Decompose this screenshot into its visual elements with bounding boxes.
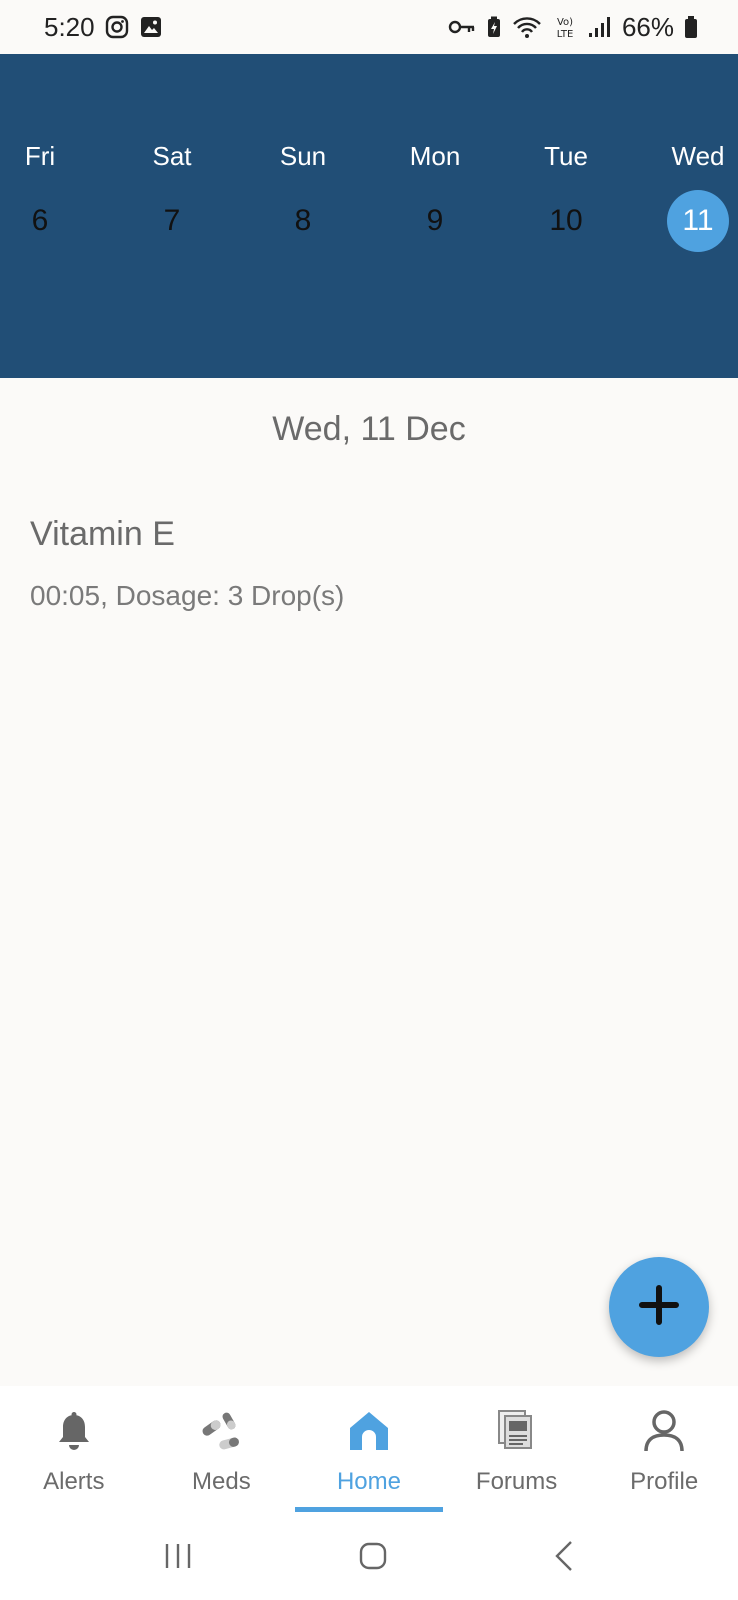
day-sat[interactable]: Sat 7 [117, 140, 227, 252]
active-tab-indicator [295, 1507, 444, 1512]
nav-profile[interactable]: Profile [590, 1386, 738, 1516]
day-fri[interactable]: Fri 6 [0, 140, 95, 252]
pills-icon [199, 1406, 243, 1456]
day-name: Sat [152, 141, 192, 171]
battery-saver-icon [486, 16, 502, 38]
wifi-icon [512, 15, 542, 39]
status-bar: 5:20 Vo) LTE 66% [0, 0, 738, 54]
day-sun[interactable]: Sun 8 [248, 140, 358, 252]
day-number: 10 [549, 204, 583, 237]
nav-label: Meds [192, 1468, 251, 1495]
volte-icon: Vo) LTE [552, 14, 578, 40]
gallery-icon [139, 15, 163, 39]
nav-home[interactable]: Home [295, 1386, 444, 1516]
day-mon[interactable]: Mon 9 [380, 140, 490, 252]
nav-label: Alerts [43, 1468, 105, 1495]
med-name: Vitamin E [30, 515, 175, 553]
day-name: Wed [671, 141, 725, 171]
status-time: 5:20 [44, 11, 95, 42]
nav-forums[interactable]: Forums [443, 1386, 591, 1516]
recent-apps-icon[interactable] [163, 1542, 193, 1575]
day-number-selected: 11 [667, 190, 729, 252]
add-med-button[interactable] [609, 1257, 709, 1357]
day-name: Sun [279, 141, 327, 171]
day-number: 8 [294, 204, 312, 237]
day-number: 7 [163, 204, 181, 237]
day-name: Tue [544, 141, 588, 171]
svg-text:LTE: LTE [557, 29, 574, 40]
day-tue[interactable]: Tue 10 [511, 140, 621, 252]
instagram-icon [105, 15, 129, 39]
battery-percent: 66% [621, 11, 674, 42]
day-name: Fri [24, 141, 56, 171]
nav-label: Profile [630, 1468, 699, 1495]
day-wed[interactable]: Wed 11 [643, 140, 738, 252]
bottom-nav: Alerts Meds Home Forums Profile [0, 1386, 738, 1516]
person-icon [642, 1406, 686, 1456]
selected-date-title: Wed, 11 Dec [272, 410, 466, 448]
signal-icon [588, 16, 612, 38]
med-list-item[interactable]: Vitamin E 00:05, Dosage: 3 Drop(s) [30, 515, 344, 612]
plus-icon [638, 1284, 680, 1331]
home-button-icon[interactable] [358, 1541, 388, 1576]
day-name: Mon [409, 141, 461, 171]
nav-meds[interactable]: Meds [148, 1386, 296, 1516]
home-icon [347, 1406, 391, 1456]
back-icon[interactable] [553, 1540, 575, 1577]
day-number: 6 [31, 204, 49, 237]
system-nav-bar [0, 1516, 738, 1600]
bell-icon [56, 1406, 92, 1456]
nav-label: Home [336, 1468, 401, 1495]
forums-icon [497, 1406, 537, 1456]
battery-icon [684, 15, 698, 39]
vpn-key-icon [448, 17, 476, 37]
svg-text:Vo): Vo) [557, 17, 573, 28]
day-number: 9 [426, 204, 444, 237]
med-detail: 00:05, Dosage: 3 Drop(s) [30, 580, 345, 611]
calendar-header: Fri 6 Sat 7 Sun 8 Mon 9 Tue 10 Wed 11 [0, 54, 738, 378]
nav-alerts[interactable]: Alerts [0, 1386, 148, 1516]
nav-label: Forums [475, 1468, 558, 1495]
